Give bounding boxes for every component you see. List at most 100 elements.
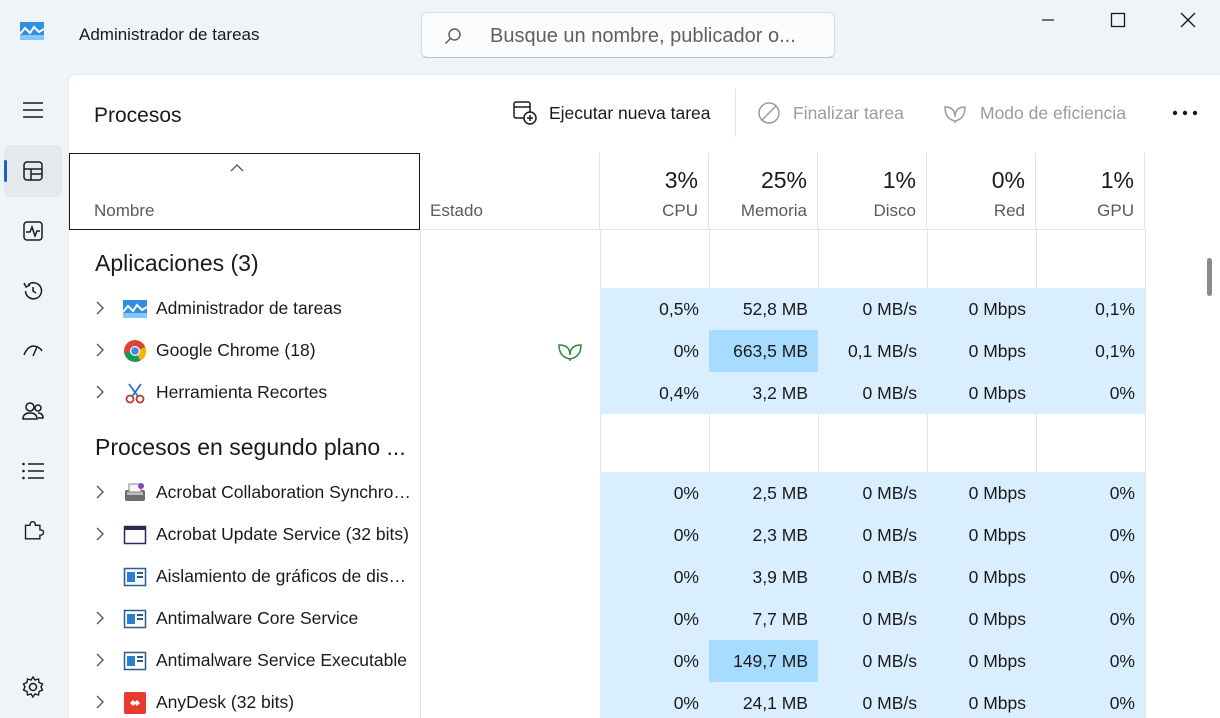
column-label-gpu: GPU [1097, 201, 1134, 220]
disk-cell: 0 MB/s [818, 598, 927, 640]
table-row[interactable]: Aislamiento de gráficos de dispositivo 0… [69, 556, 1149, 598]
cpu-cell: 0,5% [600, 288, 709, 330]
column-label-name: Nombre [94, 201, 155, 220]
minimize-button[interactable] [1013, 0, 1083, 40]
cpu-cell: 0% [600, 640, 709, 682]
chevron-right-icon[interactable] [95, 301, 105, 315]
hamburger-icon [23, 102, 43, 118]
toolbar-separator [735, 89, 736, 137]
chevron-right-icon[interactable] [95, 611, 105, 625]
close-button[interactable] [1153, 0, 1220, 40]
disk-total: 1% [882, 167, 916, 193]
service-window-icon [123, 567, 147, 587]
table-row[interactable]: Herramienta Recortes 0,4% 3,2 MB 0 MB/s … [69, 372, 1149, 414]
sidebar [0, 74, 68, 718]
network-cell: 0 Mbps [927, 640, 1036, 682]
process-name: Acrobat Update Service (32 bits) [156, 524, 409, 544]
end-task-button[interactable]: Finalizar tarea [757, 93, 904, 133]
table-row[interactable]: Administrador de tareas 0,5% 52,8 MB 0 M… [69, 288, 1149, 330]
gpu-cell: 0% [1036, 514, 1145, 556]
chevron-right-icon[interactable] [95, 343, 105, 357]
table-row[interactable]: Antimalware Core Service 0% 7,7 MB 0 MB/… [69, 598, 1149, 640]
chevron-right-icon[interactable] [95, 653, 105, 667]
gear-icon [22, 675, 44, 699]
disk-cell: 0 MB/s [818, 682, 927, 718]
gpu-cell: 0,1% [1036, 330, 1145, 372]
process-name: Administrador de tareas [156, 298, 342, 318]
nav-startup[interactable] [4, 325, 62, 377]
network-cell: 0 Mbps [927, 372, 1036, 414]
cpu-cell: 0% [600, 514, 709, 556]
network-cell: 0 Mbps [927, 556, 1036, 598]
chevron-right-icon[interactable] [95, 485, 105, 499]
efficiency-mode-button[interactable]: Modo de eficiencia [942, 93, 1126, 133]
more-options-button[interactable] [1165, 93, 1205, 133]
memory-cell: 3,9 MB [709, 556, 818, 598]
search-icon [444, 28, 461, 45]
gpu-cell: 0% [1036, 598, 1145, 640]
process-name: Antimalware Core Service [156, 608, 359, 628]
nav-services[interactable] [4, 505, 62, 557]
disk-cell: 0 MB/s [818, 372, 927, 414]
column-header-cpu[interactable]: 3% CPU [600, 153, 709, 230]
memory-cell: 24,1 MB [709, 682, 818, 718]
vertical-scrollbar[interactable] [1201, 235, 1215, 715]
column-header-memory[interactable]: 25% Memoria [709, 153, 818, 230]
scrollbar-thumb[interactable] [1207, 258, 1212, 296]
network-cell: 0 Mbps [927, 472, 1036, 514]
run-new-task-label: Ejecutar nueva tarea [549, 102, 711, 123]
chevron-right-icon[interactable] [95, 527, 105, 541]
column-header-gpu[interactable]: 1% GPU [1036, 153, 1145, 230]
chevron-right-icon[interactable] [95, 695, 105, 709]
menu-toggle-button[interactable] [4, 84, 62, 136]
startup-icon [23, 345, 43, 357]
table-row[interactable]: Acrobat Collaboration Synchronizer 0% 2,… [69, 472, 1149, 514]
table-row[interactable]: Google Chrome (18) 0% 663,5 MB 0,1 MB/s … [69, 330, 1149, 372]
nav-settings[interactable] [4, 661, 62, 713]
disk-cell: 0 MB/s [818, 472, 927, 514]
column-header-status[interactable]: Estado [420, 153, 600, 230]
nav-performance[interactable] [4, 205, 62, 257]
service-window-icon [123, 609, 147, 629]
cpu-cell: 0% [600, 682, 709, 718]
nav-processes[interactable] [4, 145, 62, 197]
cpu-total: 3% [664, 167, 698, 193]
main-panel: Procesos Ejecutar nueva tarea Finalizar … [68, 74, 1220, 718]
block-icon [758, 102, 780, 124]
processes-icon [23, 161, 43, 181]
network-cell: 0 Mbps [927, 598, 1036, 640]
network-cell: 0 Mbps [927, 288, 1036, 330]
column-label-cpu: CPU [662, 201, 698, 220]
search-box[interactable] [421, 12, 835, 58]
close-icon [1180, 12, 1196, 28]
search-input[interactable] [490, 22, 820, 50]
chrome-icon [124, 340, 147, 362]
chevron-right-icon[interactable] [95, 385, 105, 399]
table-row[interactable]: Antimalware Service Executable 0% 149,7 … [69, 640, 1149, 682]
new-task-icon [513, 101, 537, 125]
nav-app-history[interactable] [4, 265, 62, 317]
column-header-network[interactable]: 0% Red [927, 153, 1036, 230]
disk-cell: 0 MB/s [818, 514, 927, 556]
nav-users[interactable] [4, 385, 62, 437]
run-new-task-button[interactable]: Ejecutar nueva tarea [513, 93, 711, 133]
nav-details[interactable] [4, 445, 62, 497]
sort-ascending-icon [230, 164, 244, 172]
column-header-disk[interactable]: 1% Disco [818, 153, 927, 230]
table-row[interactable]: Acrobat Update Service (32 bits) 0% 2,3 … [69, 514, 1149, 556]
task-manager-icon [20, 22, 44, 40]
leaf-icon [944, 106, 966, 123]
section-header-background[interactable]: Procesos en segundo plano ... [95, 434, 413, 461]
title-bar: Administrador de tareas [0, 0, 1220, 74]
memory-cell: 149,7 MB [709, 640, 818, 682]
table-row[interactable]: AnyDesk (32 bits) 0% 24,1 MB 0 MB/s 0 Mb… [69, 682, 1149, 718]
column-label-network: Red [993, 201, 1025, 220]
disk-cell: 0 MB/s [818, 556, 927, 598]
cpu-cell: 0% [600, 472, 709, 514]
section-header-apps[interactable]: Aplicaciones (3) [95, 250, 259, 277]
maximize-button[interactable] [1083, 0, 1153, 40]
memory-cell: 52,8 MB [709, 288, 818, 330]
details-list-icon [22, 462, 44, 480]
process-name: Antimalware Service Executable [156, 650, 407, 670]
column-header-name[interactable]: Nombre [69, 153, 420, 230]
